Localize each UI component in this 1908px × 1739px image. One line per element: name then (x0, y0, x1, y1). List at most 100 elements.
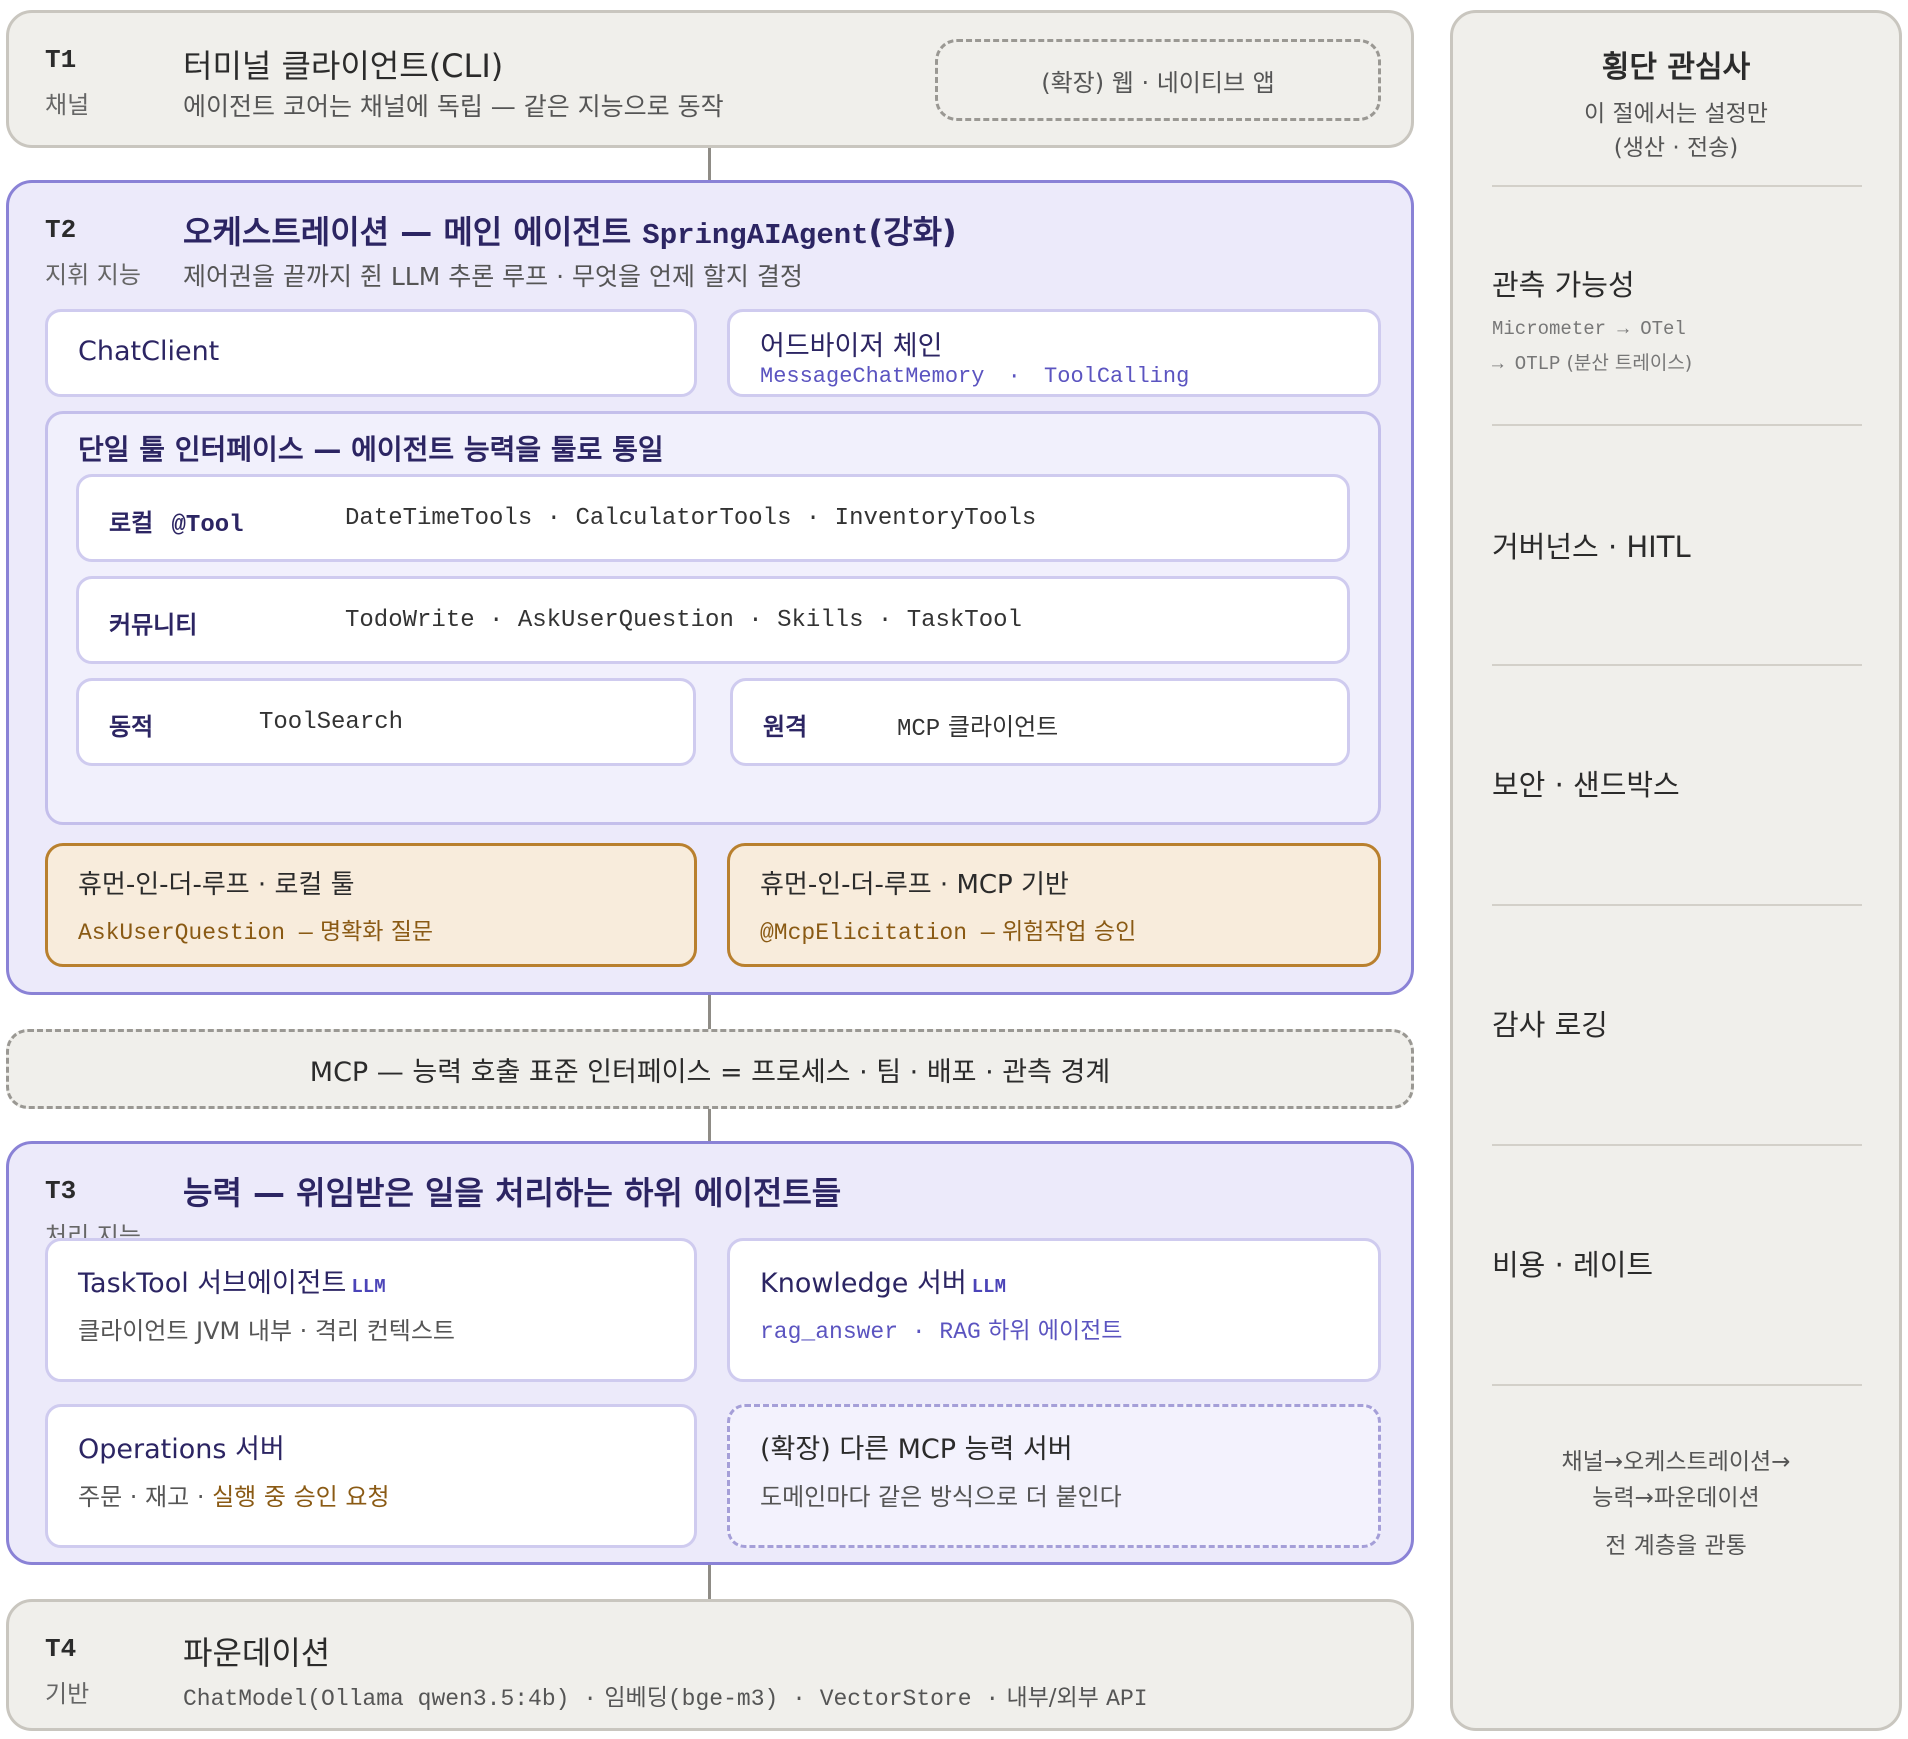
tier-tag: T2 (45, 215, 77, 245)
connector-t2-mcp (708, 995, 711, 1029)
tier-title: 파운데이션 (183, 1634, 331, 1672)
chatclient-card: ChatClient (45, 309, 697, 397)
foundation-chatmodel: ChatModel(Ollama qwen3.5:4b) · (183, 1686, 598, 1712)
side-title: 횡단 관심사 (1601, 50, 1751, 85)
hitl-mcp-title: 휴먼-인-더-루프 · MCP 기반 (760, 870, 1069, 900)
mcp-standard-interface-bar: MCP — 능력 호출 표준 인터페이스 = 프로세스 · 팀 · 배포 · 관… (6, 1029, 1414, 1109)
tool-local-label: 로컬 (109, 509, 154, 537)
side-divider (1492, 1384, 1862, 1386)
tier-subtitle: 지휘 지능 (45, 261, 141, 289)
connector-mcp-t3 (708, 1109, 711, 1141)
tool-dynamic-items: ToolSearch (259, 709, 404, 736)
side-observability: 관측 가능성 (1492, 268, 1635, 302)
side-observability-otlp: → OTLP (1492, 353, 1561, 375)
knowledge-mono: rag_answer · RAG (760, 1319, 981, 1345)
tier-t4-foundation: T4 기반 파운데이션 ChatModel(Ollama qwen3.5:4b)… (6, 1599, 1414, 1731)
tool-local-items: DateTimeTools · CalculatorTools · Invent… (345, 505, 1037, 532)
tier-title-text: 오케스트레이션 — 메인 에이전트 (183, 213, 643, 251)
tool-remote-label: 원격 (763, 713, 808, 741)
tasktool-title-text: TaskTool 서브에이전트 (78, 1268, 347, 1299)
operations-desc: 주문 · 재고 · 실행 중 승인 요청 (78, 1477, 390, 1512)
side-footer-3: 전 계층을 관통 (1605, 1533, 1747, 1559)
side-cost-rate: 비용 · 레이트 (1492, 1248, 1654, 1282)
tier-t1-channel: T1 채널 터미널 클라이언트(CLI) 에이전트 코어는 채널에 독립 — 같… (6, 10, 1414, 148)
hitl-mcp-mono: @McpElicitation — (760, 920, 995, 946)
tier-title: 오케스트레이션 — 메인 에이전트 SpringAIAgent(강화) (183, 207, 957, 253)
llm-badge: LLM (351, 1276, 386, 1298)
tier-title-mono: SpringAIAgent (642, 219, 869, 252)
tier-description: 에이전트 코어는 채널에 독립 — 같은 지능으로 동작 (183, 92, 724, 121)
chatclient-label: ChatClient (78, 336, 220, 367)
advisor-separator: · (1007, 364, 1021, 389)
hitl-local-title: 휴먼-인-더-루프 · 로컬 툴 (78, 870, 355, 900)
tool-row-remote: 원격 MCP 클라이언트 (730, 678, 1350, 766)
advisor-chain-card: 어드바이저 체인 MessageChatMemory · ToolCalling (727, 309, 1381, 397)
tier-tag: T3 (45, 1176, 77, 1206)
tool-community-items: TodoWrite · AskUserQuestion · Skills · T… (345, 607, 1022, 634)
operations-server-card: Operations 서버 주문 · 재고 · 실행 중 승인 요청 (45, 1404, 697, 1548)
connector-t1-t2 (708, 148, 711, 180)
tier-t3-capabilities: T3 처리 지능 능력 — 위임받은 일을 처리하는 하위 에이전트들 Task… (6, 1141, 1414, 1565)
side-divider (1492, 424, 1862, 426)
tier-tag: T4 (45, 1634, 77, 1664)
hitl-mcp-card: 휴먼-인-더-루프 · MCP 기반 @McpElicitation — 위험작… (727, 843, 1381, 967)
extension-label: (확장) 웹 · 네이티브 앱 (1041, 68, 1275, 97)
side-security-sandbox: 보안 · 샌드박스 (1492, 768, 1680, 802)
extension-server-desc: 도메인마다 같은 방식으로 더 붙인다 (760, 1483, 1122, 1511)
advisor-chain-items: MessageChatMemory · ToolCalling (760, 364, 1189, 389)
side-audit-logging: 감사 로깅 (1492, 1008, 1608, 1042)
hitl-local-text: 명확화 질문 (319, 919, 434, 945)
side-observability-trace: (분산 트레이스) (1566, 352, 1693, 374)
side-observability-line2: → OTLP (분산 트레이스) (1492, 348, 1692, 375)
hitl-local-tool-card: 휴먼-인-더-루프 · 로컬 툴 AskUserQuestion — 명확화 질… (45, 843, 697, 967)
hitl-mcp-detail: @McpElicitation — 위험작업 승인 (760, 912, 1136, 946)
side-observability-line1: Micrometer → OTel (1492, 318, 1686, 340)
side-governance-hitl: 거버넌스 · HITL (1492, 530, 1691, 564)
advisor-item-toolcalling: ToolCalling (1044, 364, 1190, 389)
foundation-api: API (1106, 1686, 1148, 1712)
tool-local-annotation: @Tool (171, 512, 244, 539)
side-divider (1492, 1144, 1862, 1146)
foundation-internal-external: 내부/외부 (1006, 1685, 1099, 1711)
tool-community-label: 커뮤니티 (109, 611, 198, 639)
tier-title: 능력 — 위임받은 일을 처리하는 하위 에이전트들 (183, 1174, 842, 1212)
knowledge-text: 하위 에이전트 (988, 1318, 1123, 1344)
foundation-components: ChatModel(Ollama qwen3.5:4b) · 임베딩(bge-m… (183, 1678, 1148, 1712)
knowledge-title: Knowledge 서버 LLM (760, 1261, 1006, 1300)
side-divider (1492, 185, 1862, 187)
extension-web-native-app: (확장) 웹 · 네이티브 앱 (935, 39, 1381, 121)
operations-desc-highlight: 실행 중 승인 요청 (212, 1483, 390, 1511)
knowledge-title-text: Knowledge 서버 (760, 1268, 967, 1299)
tool-interface-title: 단일 툴 인터페이스 — 에이전트 능력을 툴로 통일 (78, 433, 664, 466)
knowledge-server-card: Knowledge 서버 LLM rag_answer · RAG 하위 에이전… (727, 1238, 1381, 1382)
single-tool-interface: 단일 툴 인터페이스 — 에이전트 능력을 툴로 통일 로컬 @Tool Dat… (45, 411, 1381, 825)
tier-title: 터미널 클라이언트(CLI) (183, 47, 504, 85)
tool-row-local: 로컬 @Tool DateTimeTools · CalculatorTools… (76, 474, 1350, 562)
tool-dynamic-label: 동적 (109, 713, 154, 741)
tier-tag: T1 (45, 45, 77, 75)
side-subtitle-1: 이 절에서는 설정만 (1584, 101, 1768, 127)
advisor-chain-title: 어드바이저 체인 (760, 331, 943, 362)
tasktool-title: TaskTool 서브에이전트 LLM (78, 1261, 386, 1300)
hitl-local-mono: AskUserQuestion — (78, 920, 313, 946)
foundation-embedding-model: (bge-m3) · VectorStore · (667, 1686, 1000, 1712)
tool-remote-items: MCP 클라이언트 (897, 707, 1058, 743)
llm-badge: LLM (971, 1276, 1006, 1298)
side-footer-2: 능력→파운데이션 (1592, 1485, 1760, 1511)
knowledge-desc: rag_answer · RAG 하위 에이전트 (760, 1311, 1122, 1345)
side-footer-1: 채널→오케스트레이션→ (1561, 1449, 1791, 1475)
connector-t3-t4 (708, 1565, 711, 1599)
hitl-local-detail: AskUserQuestion — 명확화 질문 (78, 912, 433, 946)
extension-server-title: (확장) 다른 MCP 능력 서버 (760, 1434, 1073, 1465)
tool-row-community: 커뮤니티 TodoWrite · AskUserQuestion · Skill… (76, 576, 1350, 664)
tasktool-desc: 클라이언트 JVM 내부 · 격리 컨텍스트 (78, 1317, 456, 1345)
tier-description: 제어권을 끝까지 쥔 LLM 추론 루프 · 무엇을 언제 할지 결정 (183, 262, 803, 291)
hitl-mcp-text: 위험작업 승인 (1001, 919, 1137, 945)
tool-remote-mono: MCP (897, 716, 941, 743)
tier-subtitle: 처리 지능 (45, 1222, 141, 1238)
tier-subtitle: 채널 (45, 91, 90, 119)
foundation-embedding: 임베딩 (604, 1685, 668, 1711)
tasktool-subagent-card: TaskTool 서브에이전트 LLM 클라이언트 JVM 내부 · 격리 컨텍… (45, 1238, 697, 1382)
tier-subtitle: 기반 (45, 1680, 90, 1708)
tool-row-label: 로컬 @Tool (109, 503, 244, 539)
